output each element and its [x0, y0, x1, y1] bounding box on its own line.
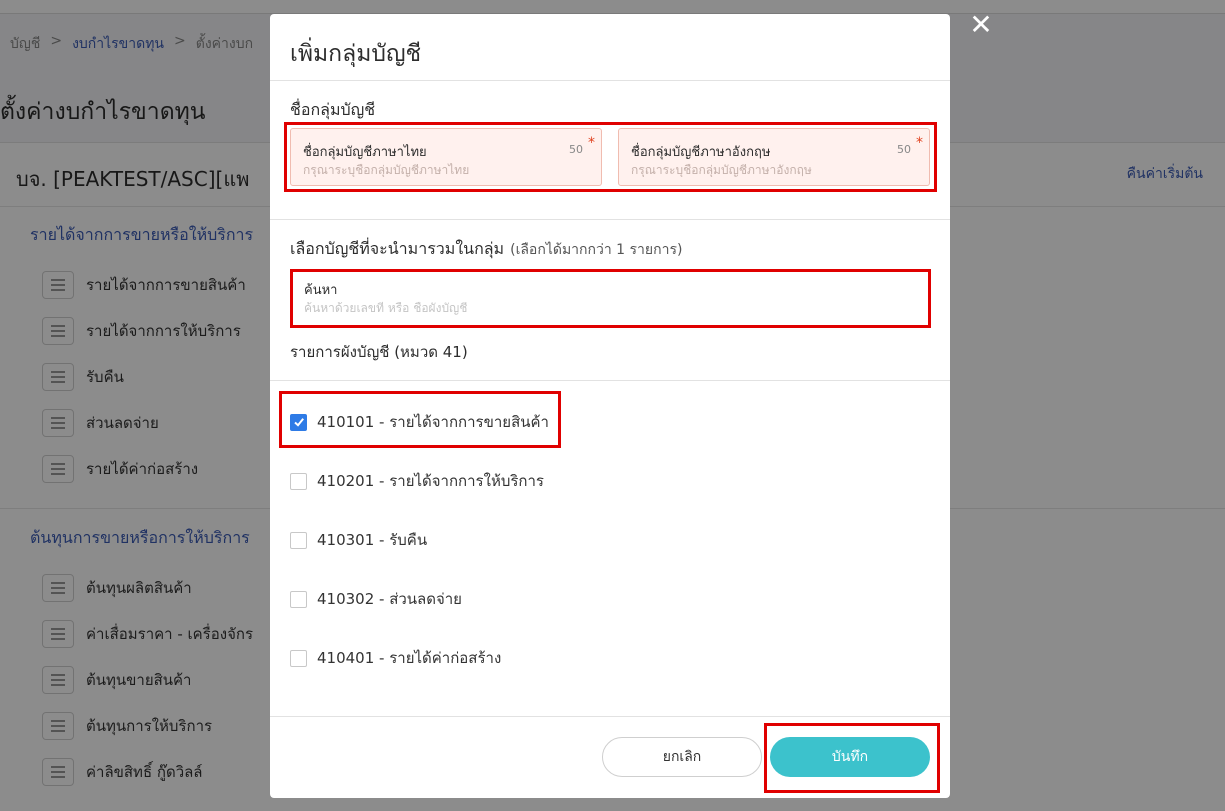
select-accounts-hint: (เลือกได้มากกว่า 1 รายการ) [510, 242, 683, 258]
highlight-frame-save [764, 723, 940, 793]
divider [270, 219, 950, 220]
group-name-label: ชื่อกลุ่มบัญชี [290, 100, 376, 119]
thai-name-char-count: 50 [569, 143, 583, 156]
account-option[interactable]: 410401 - รายได้ค่าก่อสร้าง [290, 646, 501, 670]
english-name-label: ชื่อกลุ่มบัญชีภาษาอังกฤษ [631, 145, 771, 160]
account-option[interactable]: 410301 - รับคืน [290, 528, 427, 552]
account-option[interactable]: 410302 - ส่วนลดจ่าย [290, 587, 462, 611]
english-name-input[interactable] [631, 163, 911, 177]
account-option-label[interactable]: 410302 - ส่วนลดจ่าย [317, 587, 462, 611]
checkbox-icon[interactable] [290, 531, 307, 549]
account-option-label[interactable]: 410401 - รายได้ค่าก่อสร้าง [317, 646, 501, 670]
required-mark: * [588, 135, 595, 151]
modal-title: เพิ่มกลุ่มบัญชี [290, 41, 422, 67]
thai-name-field[interactable]: ชื่อกลุ่มบัญชีภาษาไทย 50 * [290, 128, 602, 186]
checkbox-icon[interactable] [290, 472, 307, 490]
divider [270, 380, 950, 381]
close-icon[interactable]: ✕ [968, 11, 994, 39]
add-account-group-modal: เพิ่มกลุ่มบัญชี ชื่อกลุ่มบัญชี ชื่อกลุ่ม… [270, 14, 950, 798]
select-accounts-label: เลือกบัญชีที่จะนำมารวมในกลุ่ม (เลือกได้มา… [290, 237, 682, 262]
english-name-field[interactable]: ชื่อกลุ่มบัญชีภาษาอังกฤษ 50 * [618, 128, 930, 186]
thai-name-label: ชื่อกลุ่มบัญชีภาษาไทย [303, 145, 427, 160]
cancel-button[interactable]: ยกเลิก [602, 737, 762, 777]
checkbox-icon[interactable] [290, 649, 307, 667]
required-mark: * [916, 135, 923, 151]
account-list-label: รายการผังบัญชี (หมวด 41) [290, 343, 468, 361]
account-option[interactable]: 410201 - รายได้จากการให้บริการ [290, 469, 544, 493]
highlight-frame-selected-account [279, 391, 561, 448]
thai-name-input[interactable] [303, 163, 583, 177]
divider [270, 716, 950, 717]
highlight-frame-search [290, 269, 931, 328]
checkbox-icon[interactable] [290, 590, 307, 608]
account-option-label[interactable]: 410301 - รับคืน [317, 528, 427, 552]
divider [270, 80, 950, 81]
english-name-char-count: 50 [897, 143, 911, 156]
account-option-label[interactable]: 410201 - รายได้จากการให้บริการ [317, 469, 544, 493]
select-accounts-title: เลือกบัญชีที่จะนำมารวมในกลุ่ม [290, 239, 505, 258]
